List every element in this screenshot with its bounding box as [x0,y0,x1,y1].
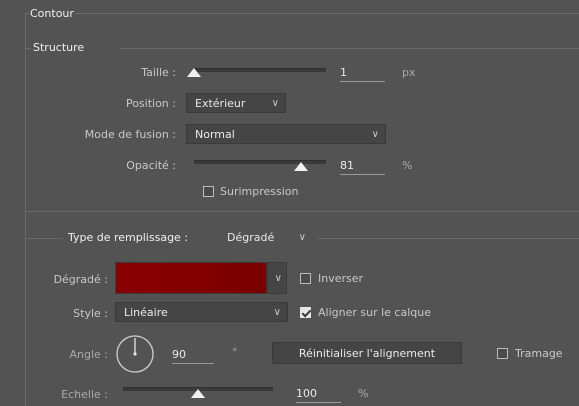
echelle-unit: % [358,387,369,400]
opacite-value-field[interactable]: 81 [340,159,385,175]
angle-dial[interactable] [115,334,155,374]
contour-group-border-top-right [75,13,579,14]
remplissage-border-top-left [25,238,63,239]
angle-label: Angle : [69,348,108,361]
taille-slider[interactable] [186,64,328,82]
inverser-checkbox[interactable] [300,273,311,284]
type-remplissage-label: Type de remplissage : [68,231,189,244]
remplissage-border-top-right [318,238,579,239]
structure-title: Structure [33,41,85,54]
aligner-label: Aligner sur le calque [318,306,431,319]
mode-fusion-select[interactable]: Normal ∨ [186,124,386,144]
tramage-checkbox[interactable] [497,348,508,359]
taille-value-field[interactable]: 1 [340,66,385,82]
style-label: Style : [73,307,108,320]
chevron-down-icon: ∨ [298,232,306,243]
taille-label: Taille : [141,66,176,79]
type-remplissage-select[interactable]: Dégradé ∨ [218,227,313,247]
type-remplissage-select-value: Dégradé [227,231,275,244]
structure-border-bottom [25,211,579,212]
taille-slider-track [194,68,326,72]
chevron-down-icon: ∨ [274,273,282,284]
mode-fusion-label: Mode de fusion : [84,128,176,141]
tramage-label: Tramage [515,347,563,360]
angle-value-field[interactable]: 90 [172,348,214,364]
chevron-down-icon: ∨ [271,98,279,109]
position-select-value: Extérieur [195,97,246,110]
position-select[interactable]: Extérieur ∨ [186,93,286,113]
mode-fusion-select-value: Normal [195,128,235,141]
structure-border-top-right [120,48,579,49]
taille-unit: px [402,66,416,79]
structure-border-top-left [25,48,31,49]
chevron-down-icon: ∨ [371,129,379,140]
opacite-slider[interactable] [186,156,328,174]
surimpression-checkbox[interactable] [203,186,214,197]
degrade-swatch[interactable] [115,262,267,294]
echelle-label: Echelle : [61,388,108,401]
degrade-dropdown[interactable]: ∨ [267,262,287,294]
chevron-down-icon: ∨ [273,307,281,318]
echelle-slider[interactable] [115,383,275,401]
contour-group-border-left [25,13,26,406]
inverser-label: Inverser [318,272,364,285]
position-label: Position : [125,97,176,110]
reinitialiser-alignement-button[interactable]: Réinitialiser l'alignement [272,342,462,364]
degrade-label: Dégradé : [53,273,108,286]
echelle-value-field[interactable]: 100 [296,387,341,403]
opacite-label: Opacité : [126,159,176,172]
angle-dial-icon [116,335,154,373]
taille-slider-thumb[interactable] [187,68,201,77]
style-select-value: Linéaire [124,306,168,319]
aligner-checkbox[interactable] [300,307,311,318]
angle-unit: ° [232,346,238,359]
contour-group-title: Contour [30,7,74,20]
opacite-unit: % [402,159,413,172]
opacite-slider-thumb[interactable] [293,162,308,171]
echelle-slider-thumb[interactable] [191,389,205,398]
surimpression-label: Surimpression [220,185,299,198]
style-select[interactable]: Linéaire ∨ [115,302,288,322]
